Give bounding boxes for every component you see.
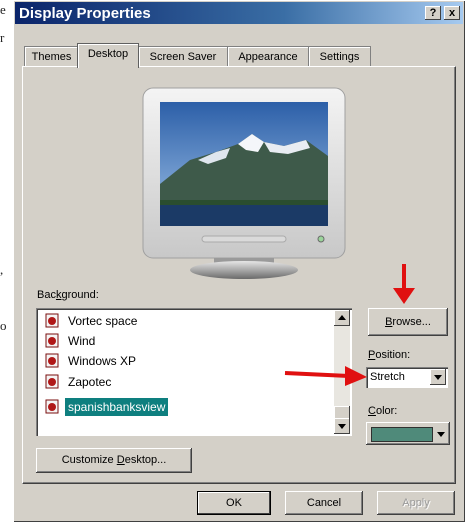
position-value: Stretch [370,371,405,383]
tab-settings[interactable]: Settings [308,46,371,67]
color-swatch [371,427,433,442]
color-picker-button[interactable] [366,422,450,445]
tab-themes[interactable]: Themes [24,46,79,67]
edge-text-fragment: r [0,30,5,45]
apply-button[interactable]: Apply [377,491,455,515]
scroll-up-button[interactable] [334,310,350,326]
window-title: Display Properties [19,5,151,22]
image-file-icon [45,313,59,328]
edge-text-fragment: e [0,2,6,17]
display-properties-dialog: Display Properties ? x Themes Desktop Sc… [13,0,465,522]
tab-desktop[interactable]: Desktop [77,43,139,68]
tab-appearance[interactable]: Appearance [227,46,309,67]
position-select[interactable]: Stretch [366,367,448,388]
scroll-down-button[interactable] [334,418,350,434]
ok-button[interactable]: OK [197,491,271,515]
chevron-down-icon [437,432,445,437]
scroll-up-icon [338,315,346,320]
chevron-down-icon [434,375,442,380]
browse-button[interactable]: Browse... [368,308,448,336]
image-file-icon [45,333,59,348]
image-file-icon [45,374,59,389]
customize-desktop-button[interactable]: Customize Desktop... [36,448,192,473]
scroll-down-icon [338,424,346,429]
cancel-button[interactable]: Cancel [285,491,363,515]
image-file-icon [45,399,59,414]
background-label: Background: [37,289,99,301]
color-label: Color: [368,405,398,417]
monitor-preview-icon [142,87,346,279]
tab-screen-saver[interactable]: Screen Saver [138,46,228,67]
edge-text-fragment: o [0,318,7,333]
help-button[interactable]: ? [425,6,441,20]
annotation-arrow-down-icon [393,264,415,304]
position-dropdown-button[interactable] [430,369,446,385]
image-file-icon [45,353,59,368]
position-label: Position: [368,349,411,361]
close-button[interactable]: x [444,6,460,20]
edge-text-fragment: , [0,262,4,277]
title-bar[interactable]: Display Properties ? x [15,2,463,24]
annotation-arrow-right-icon [284,366,367,386]
